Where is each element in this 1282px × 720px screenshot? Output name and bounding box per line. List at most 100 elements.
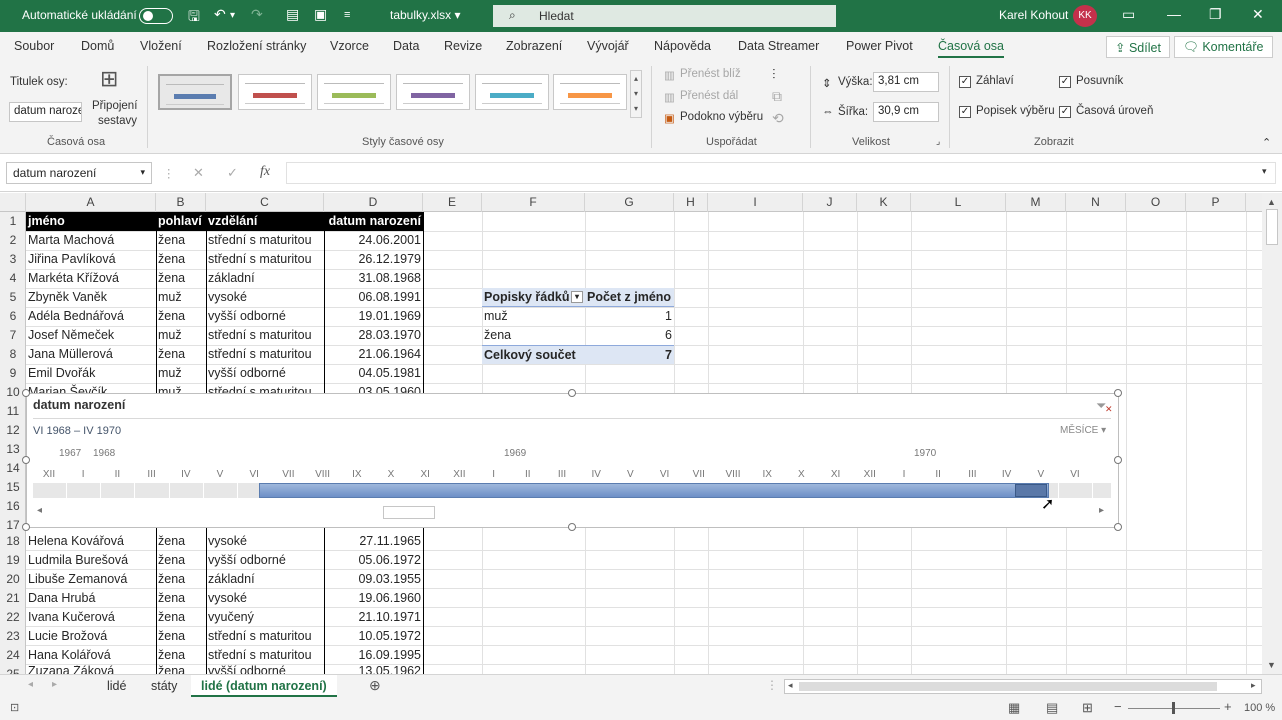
cell-gender[interactable]: žena bbox=[156, 646, 206, 665]
pivot-value[interactable]: 1 bbox=[585, 307, 674, 326]
height-input[interactable]: 3,81 cm bbox=[873, 72, 939, 92]
tab-vzorce[interactable]: Vzorce bbox=[330, 39, 369, 53]
cell-gender[interactable]: žena bbox=[156, 665, 206, 674]
cell-birthdate[interactable]: 28.03.1970 bbox=[324, 326, 423, 345]
column-header[interactable]: J bbox=[803, 193, 857, 212]
row-header[interactable]: 13 bbox=[0, 440, 26, 459]
redo-icon[interactable]: ↷ bbox=[251, 6, 263, 23]
tab-soubor[interactable]: Soubor bbox=[14, 39, 54, 53]
comments-button[interactable]: 🗨 Komentáře bbox=[1174, 36, 1273, 58]
cell-birthdate[interactable]: 21.10.1971 bbox=[324, 608, 423, 627]
cell-birthdate[interactable]: 21.06.1964 bbox=[324, 345, 423, 364]
cell-name[interactable]: Emil Dvořák bbox=[26, 364, 156, 383]
cell-gender[interactable]: žena bbox=[156, 532, 206, 551]
cell-gender[interactable]: žena bbox=[156, 250, 206, 269]
customize-qat-icon[interactable]: ≡ bbox=[344, 9, 350, 21]
checkbox-scrollbar[interactable]: ✓ bbox=[1059, 76, 1071, 88]
cell-birthdate[interactable]: 26.12.1979 bbox=[324, 250, 423, 269]
cancel-icon[interactable]: ✕ bbox=[193, 165, 204, 181]
minimize-icon[interactable]: — bbox=[1167, 6, 1181, 22]
filter-dropdown-icon[interactable]: ▾ bbox=[571, 291, 583, 303]
tab-power-pivot[interactable]: Power Pivot bbox=[846, 39, 913, 53]
expand-formula-icon[interactable]: ▾ bbox=[1262, 166, 1267, 177]
resize-handle[interactable] bbox=[22, 523, 30, 531]
row-header[interactable]: 2 bbox=[0, 231, 26, 250]
clear-filter-x-icon[interactable]: ✕ bbox=[1105, 404, 1113, 415]
cell-education[interactable]: vyšší odborné bbox=[206, 551, 324, 570]
connections-label-1[interactable]: Připojení bbox=[92, 100, 137, 112]
cell-gender[interactable]: žena bbox=[156, 231, 206, 250]
column-header[interactable]: G bbox=[585, 193, 674, 212]
cell-name[interactable]: Zuzana Žáková bbox=[26, 665, 156, 674]
resize-handle[interactable] bbox=[1114, 523, 1122, 531]
timeline-scrollbar[interactable]: ◂ ▸ bbox=[33, 505, 1111, 520]
cell-name[interactable]: Dana Hrubá bbox=[26, 589, 156, 608]
column-header[interactable]: H bbox=[674, 193, 708, 212]
tab-revize[interactable]: Revize bbox=[444, 39, 482, 53]
tab-data[interactable]: Data bbox=[393, 39, 419, 53]
resize-handle[interactable] bbox=[22, 389, 30, 397]
page-layout-view-icon[interactable]: ▤ bbox=[1046, 700, 1058, 716]
column-header[interactable]: M bbox=[1006, 193, 1066, 212]
column-header[interactable]: B bbox=[156, 193, 206, 212]
cell-gender[interactable]: žena bbox=[156, 627, 206, 646]
cell-birthdate[interactable]: 19.06.1960 bbox=[324, 589, 423, 608]
cell-birthdate[interactable]: 27.11.1965 bbox=[324, 532, 423, 551]
cell-name[interactable]: Ivana Kučerová bbox=[26, 608, 156, 627]
cell-birthdate[interactable]: 16.09.1995 bbox=[324, 646, 423, 665]
user-name[interactable]: Karel Kohout bbox=[999, 8, 1068, 22]
undo-icon[interactable]: ↶ bbox=[214, 6, 226, 23]
cell-name[interactable]: Jiřina Pavlíková bbox=[26, 250, 156, 269]
cell-gender[interactable]: žena bbox=[156, 551, 206, 570]
page-break-view-icon[interactable]: ⊞ bbox=[1082, 700, 1093, 716]
zoom-in-icon[interactable]: + bbox=[1224, 699, 1232, 714]
cell-birthdate[interactable]: 09.03.1955 bbox=[324, 570, 423, 589]
styles-gallery-more[interactable]: ▴ ▾ ▾ bbox=[630, 70, 642, 118]
cell-name[interactable]: Hana Kolářová bbox=[26, 646, 156, 665]
cell-birthdate[interactable]: 31.08.1968 bbox=[324, 269, 423, 288]
cell-gender[interactable]: žena bbox=[156, 608, 206, 627]
tab-data-streamer[interactable]: Data Streamer bbox=[738, 39, 819, 53]
cell-education[interactable]: vysoké bbox=[206, 589, 324, 608]
row-header[interactable]: 4 bbox=[0, 269, 26, 288]
view-icon[interactable]: ▣ bbox=[314, 6, 327, 23]
name-box-dropdown-icon[interactable]: ▾ bbox=[140, 167, 145, 178]
column-header[interactable]: F bbox=[482, 193, 585, 212]
cell-gender[interactable]: žena bbox=[156, 269, 206, 288]
cell-name[interactable]: Jana Müllerová bbox=[26, 345, 156, 364]
cell-education[interactable]: vyučený bbox=[206, 608, 324, 627]
table-header-education[interactable]: vzdělání bbox=[206, 212, 324, 231]
zoom-slider-thumb[interactable] bbox=[1172, 702, 1175, 714]
column-header[interactable]: P bbox=[1186, 193, 1246, 212]
row-header[interactable]: 25 bbox=[0, 665, 26, 674]
tab-domu[interactable]: Domů bbox=[81, 39, 114, 53]
tab-napoveda[interactable]: Nápověda bbox=[654, 39, 711, 53]
cell-name[interactable]: Libuše Zemanová bbox=[26, 570, 156, 589]
cell-gender[interactable]: žena bbox=[156, 570, 206, 589]
cell-birthdate[interactable]: 24.06.2001 bbox=[324, 231, 423, 250]
add-sheet-icon[interactable]: ⊕ bbox=[369, 677, 381, 694]
pivot-label[interactable]: žena bbox=[482, 326, 585, 345]
column-header[interactable]: L bbox=[911, 193, 1006, 212]
tab-vlozeni[interactable]: Vložení bbox=[140, 39, 182, 53]
table-header-name[interactable]: jméno bbox=[26, 212, 156, 231]
pivot-total-label[interactable]: Celkový součet bbox=[482, 345, 585, 364]
cell-birthdate[interactable]: 10.05.1972 bbox=[324, 627, 423, 646]
horizontal-scrollbar[interactable]: ◂ ▸ bbox=[784, 679, 1262, 694]
row-header[interactable]: 11 bbox=[0, 402, 26, 421]
cell-education[interactable]: základní bbox=[206, 570, 324, 589]
row-header[interactable]: 15 bbox=[0, 478, 26, 497]
zoom-out-icon[interactable]: − bbox=[1114, 699, 1122, 714]
share-button[interactable]: ⇪ Sdílet bbox=[1106, 36, 1170, 58]
cell-education[interactable]: střední s maturitou bbox=[206, 231, 324, 250]
timeline-style-4[interactable] bbox=[396, 74, 470, 110]
connections-label-2[interactable]: sestavy bbox=[98, 115, 137, 127]
pivot-value[interactable]: 6 bbox=[585, 326, 674, 345]
sheet-tab-lide[interactable]: lidé bbox=[97, 675, 136, 697]
macro-record-icon[interactable]: ⊡ bbox=[10, 701, 19, 714]
timeline-style-1[interactable] bbox=[158, 74, 232, 110]
cell-education[interactable]: střední s maturitou bbox=[206, 326, 324, 345]
group-icon[interactable]: ⧉ bbox=[772, 88, 782, 105]
cell-name[interactable]: Marta Machová bbox=[26, 231, 156, 250]
ribbon-display-icon[interactable]: ▭ bbox=[1122, 6, 1135, 23]
